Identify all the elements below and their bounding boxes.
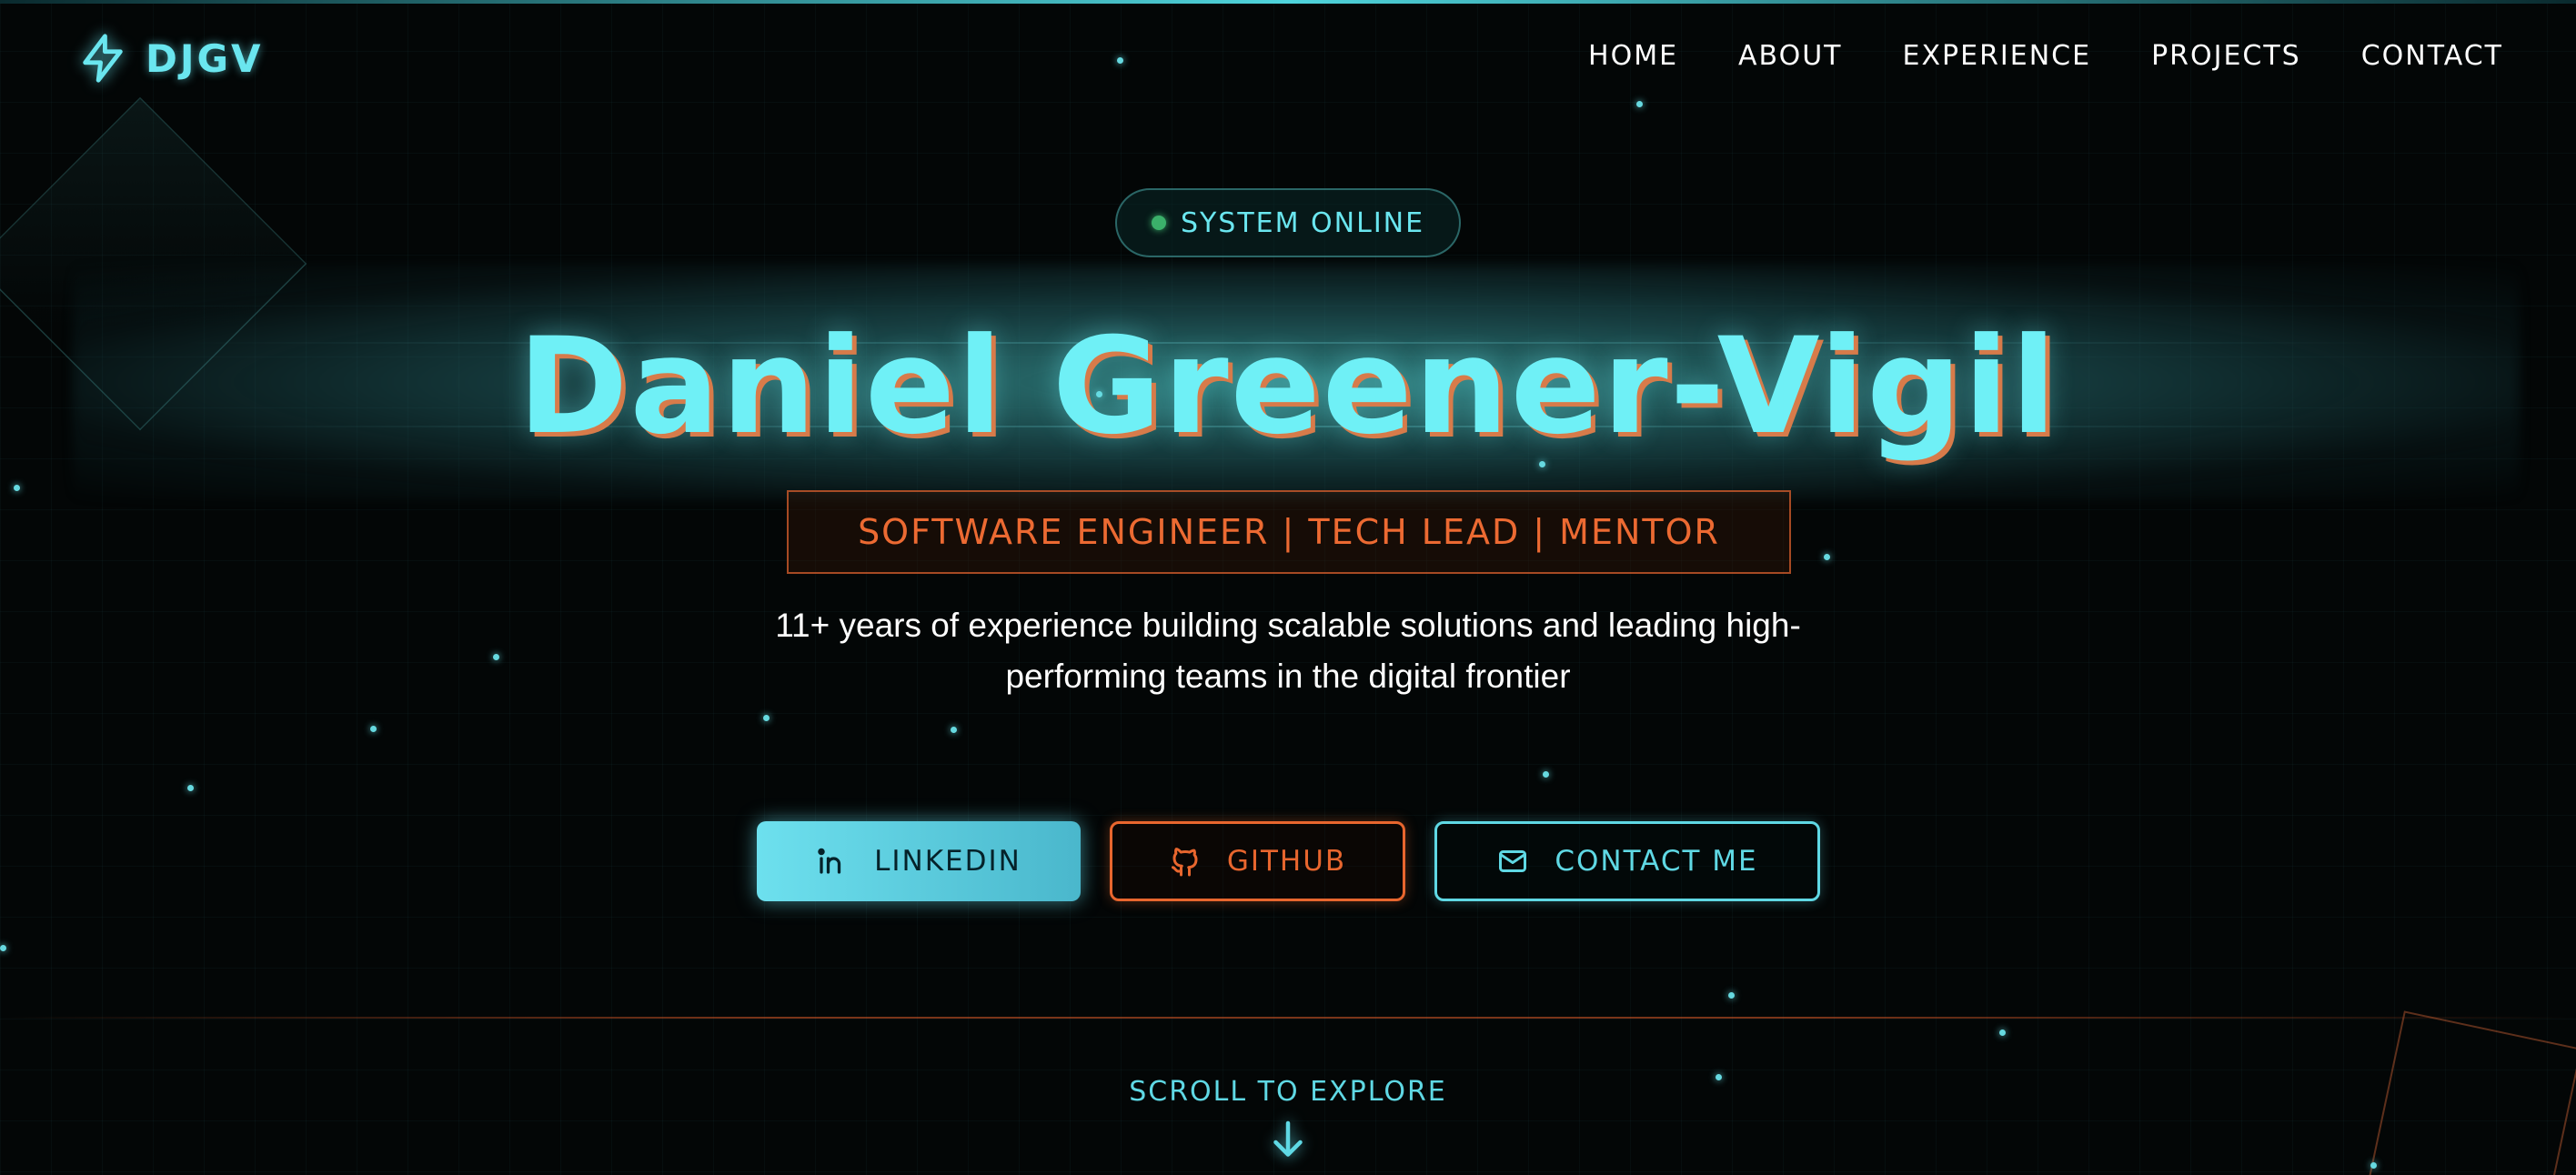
section-divider (0, 1017, 2576, 1019)
particle-dot (1117, 57, 1123, 64)
particle-dot (1543, 771, 1549, 778)
status-text: SYSTEM ONLINE (1180, 206, 1425, 239)
particle-dot (951, 727, 957, 733)
linkedin-icon (818, 848, 841, 874)
role-text: SOFTWARE ENGINEER | TECH LEAD | MENTOR (858, 512, 1720, 552)
particle-dot (1999, 1029, 2006, 1036)
top-accent-line (0, 0, 2576, 4)
github-label: GITHUB (1226, 845, 1347, 878)
contact-me-label: CONTACT ME (1555, 845, 1758, 878)
status-badge: SYSTEM ONLINE (1115, 188, 1461, 257)
hero-tagline: 11+ years of experience building scalabl… (775, 607, 1801, 695)
particle-dot (1636, 101, 1643, 107)
contact-me-button[interactable]: CONTACT ME (1434, 821, 1820, 901)
arrow-down-icon[interactable] (1272, 1119, 1304, 1160)
brand-logo[interactable]: DJGV (76, 31, 263, 85)
linkedin-label: LINKEDIN (874, 845, 1021, 878)
particle-dot (1728, 992, 1735, 999)
role-banner: SOFTWARE ENGINEER | TECH LEAD | MENTOR (787, 490, 1791, 574)
particle-dot (370, 726, 377, 732)
nav-item-contact[interactable]: CONTACT (2361, 40, 2503, 72)
logo-text: DJGV (146, 35, 264, 81)
hero-name: Daniel Greener-Vigil (518, 309, 2058, 464)
mail-icon (1499, 850, 1527, 872)
github-button[interactable]: GITHUB (1110, 821, 1405, 901)
particle-dot (763, 715, 770, 721)
nav-item-experience[interactable]: EXPERIENCE (1903, 40, 2092, 72)
scroll-hint[interactable]: SCROLL TO EXPLORE (0, 1076, 2576, 1108)
particle-dot (2370, 1162, 2377, 1169)
particle-dot (187, 785, 194, 791)
main-nav: HOME ABOUT EXPERIENCE PROJECTS CONTACT (1588, 40, 2503, 72)
particle-dot (0, 945, 6, 951)
lightning-bolt-icon (83, 34, 123, 83)
github-icon (1171, 848, 1198, 877)
particle-dot (14, 485, 20, 491)
particle-dot (1824, 554, 1830, 560)
status-dot-icon (1151, 216, 1166, 230)
nav-item-home[interactable]: HOME (1588, 40, 1678, 72)
grid-background (0, 0, 2576, 1175)
nav-item-about[interactable]: ABOUT (1738, 40, 1842, 72)
linkedin-button[interactable]: LINKEDIN (757, 821, 1081, 901)
nav-item-projects[interactable]: PROJECTS (2151, 40, 2301, 72)
particle-dot (493, 654, 499, 660)
